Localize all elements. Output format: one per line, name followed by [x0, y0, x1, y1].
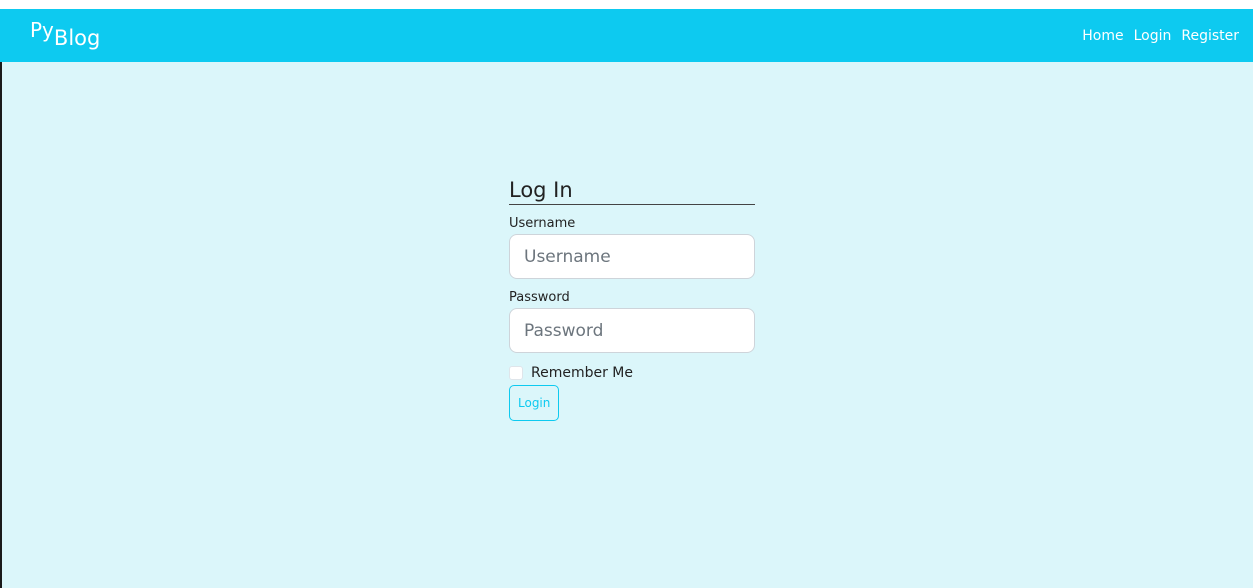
remember-me-checkbox[interactable]: [509, 366, 523, 380]
password-input[interactable]: [509, 308, 755, 353]
login-form: Log In Username Password Remember Me Log…: [509, 178, 755, 421]
brand-py: Py: [30, 18, 54, 42]
brand-blog: Blog: [53, 26, 101, 50]
username-label: Username: [509, 216, 576, 231]
remember-me-label: Remember Me: [531, 365, 633, 381]
form-title: Log In: [509, 178, 755, 205]
password-label: Password: [509, 290, 570, 305]
brand-logo[interactable]: Py Blog: [30, 20, 101, 50]
remember-me-row: Remember Me: [509, 365, 755, 381]
nav-link-register[interactable]: Register: [1181, 28, 1239, 44]
username-input[interactable]: [509, 234, 755, 279]
nav-link-login[interactable]: Login: [1134, 28, 1172, 44]
nav-link-home[interactable]: Home: [1082, 28, 1123, 44]
nav-links: Home Login Register: [1082, 28, 1239, 44]
navbar: Py Blog Home Login Register: [0, 9, 1253, 62]
login-button[interactable]: Login: [509, 385, 560, 421]
